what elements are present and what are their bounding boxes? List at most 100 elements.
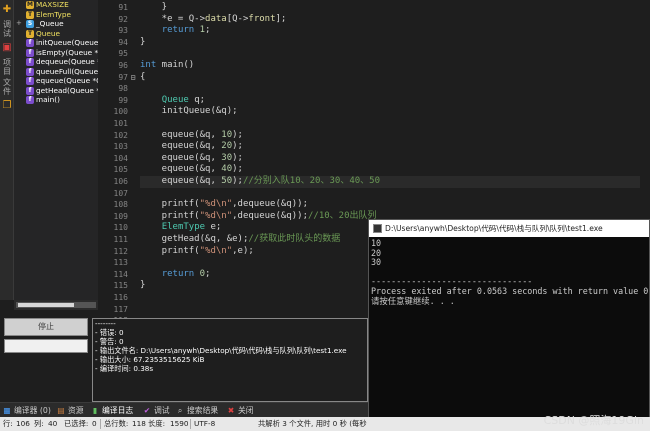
struct-icon: S [26,20,34,28]
line-number: 113 [113,258,128,268]
fold-toggle-icon[interactable]: ⊟ [128,72,138,84]
input-box[interactable] [4,339,88,353]
code-line[interactable]: equeue(&q, 30); [140,153,640,165]
bottom-tab-bar: ▦ 编译器 (0) ▤ 资源 ▮ 编译日志 ✔ 调试 ⌕ 搜索结果 ✖ 关闭 [0,402,368,417]
fold-margin[interactable]: ⊟ [128,0,138,318]
class-browser-item[interactable]: fgetHead(Queue *C [14,86,98,96]
code-token: printf( [140,245,200,256]
class-browser-scrollbar[interactable] [14,300,98,310]
stop-button[interactable]: 停止 [4,318,88,336]
class-browser-item[interactable]: f initQueue(Queue * [14,38,98,48]
code-token: //分别入队10、20、30、40、50 [242,176,380,186]
console-line: 30 [371,257,382,268]
console-title-bar[interactable]: D:\Users\anywh\Desktop\代码\代码\栈与队列\队列\tes… [369,220,649,237]
toolstrip-label-debug[interactable]: 调试 [1,20,13,38]
class-browser-item[interactable]: T Queue [14,29,98,39]
class-browser-item[interactable]: T ElemType [14,10,98,20]
code-token: ElemType [161,222,206,233]
code-token: printf( [140,210,200,221]
code-token: "%d\n" [199,245,233,256]
status-col: 40 [48,419,58,428]
plus-icon[interactable]: ✚ [1,3,13,17]
code-line[interactable]: equeue(&q, 10); [140,130,640,142]
line-number: 91 [118,3,128,12]
function-icon: f [26,86,34,95]
code-line[interactable]: } [140,37,640,49]
class-browser-item-label: MAXSIZE [36,0,69,9]
code-line[interactable]: equeue(&q, 20); [140,141,640,153]
class-browser-item[interactable]: + S _Queue [14,19,98,29]
code-line[interactable]: equeue(&q, 40); [140,164,640,176]
line-number: 107 [113,188,128,198]
bottom-tab[interactable]: ✔ 调试 [142,403,170,418]
code-token: return [161,268,195,279]
code-token: ); [232,129,243,140]
line-number: 94 [118,37,128,47]
compile-log-line: - 错误: 0 [95,328,124,337]
code-line[interactable]: Queue q; [140,95,640,107]
copy-icon[interactable]: ❐ [1,99,13,113]
line-number: 99 [118,95,128,105]
bottom-tab[interactable]: ⌕ 搜索结果 [175,403,218,418]
status-col-label: 列: [34,419,44,428]
class-browser-item[interactable]: f isEmpty(Queue *Q [14,48,98,58]
code-token: equeue(&q, [140,129,222,140]
toolstrip-label-file[interactable]: 文件 [1,78,13,96]
code-token: } [140,2,168,12]
code-token: initQueue(&q); [140,106,238,117]
scrollbar-thumb[interactable] [18,303,74,307]
line-number: 98 [118,84,128,94]
line-number: 116 [113,293,128,302]
expand-icon[interactable]: + [16,19,22,29]
code-line[interactable]: int main() [140,60,640,72]
compile-log-line: - 输出文件名: D:\Users\anywh\Desktop\代码\代码\栈与… [95,346,347,355]
line-number: 108 [113,200,128,210]
line-number-gutter: 91 92 93 94 95 96 97 98 99 100 101 102 103 104 105 106 1… [98,0,128,325]
function-icon: f [26,48,34,57]
bottom-tab[interactable]: ▮ 编译日志 [90,403,133,418]
code-token: main() [156,60,195,70]
status-length: 1590 [170,419,189,428]
line-number: 115 [113,281,128,291]
console-window[interactable]: D:\Users\anywh\Desktop\代码\代码\栈与队列\队列\tes… [368,219,650,431]
code-line[interactable] [140,118,640,130]
current-code-line[interactable]: equeue(&q, 50);//分别入队10、20、30、40、50 [140,176,640,188]
compile-log-icon: ▮ [92,406,98,415]
code-line[interactable] [140,188,640,200]
bottom-tab[interactable]: ▤ 资源 [56,403,83,418]
status-line: 106 [16,419,30,428]
line-number: 92 [118,14,128,24]
code-line[interactable] [140,83,640,95]
code-line[interactable]: printf("%d\n",dequeue(&q)); [140,199,640,211]
bottom-tab[interactable]: ✖ 关闭 [226,403,254,418]
class-browser-item[interactable]: fdequeue(Queue *C [14,57,98,67]
toolstrip-label-project[interactable]: 项目 [1,58,13,76]
class-browser-item[interactable]: M MAXSIZE [14,0,98,10]
line-number: 95 [118,49,128,59]
class-browser-item-label: equeue(Queue *Q [36,76,98,85]
code-line[interactable]: return 1; [140,25,640,37]
compile-log-line: - 警告: 0 [95,337,124,346]
status-length-label: 长度: [148,419,166,428]
console-output: 10 20 30 -------------------------------- Pr… [371,238,649,306]
debug-icon: ✔ [143,406,151,415]
project-icon[interactable]: ▣ [1,41,13,55]
code-line[interactable]: { [140,72,640,84]
console-line: 请按任意键继续. . . [371,295,455,306]
class-browser-item[interactable]: f equeue(Queue *Q [14,76,98,86]
class-browser-item[interactable]: f queueFull(Queue * [14,67,98,77]
bottom-tab[interactable]: ▦ 编译器 (0) [2,403,51,418]
code-line[interactable]: } [140,2,640,14]
code-line[interactable]: initQueue(&q); [140,106,640,118]
search-results-icon: ⌕ [177,406,183,415]
line-number: 105 [113,165,128,175]
compile-log-line: -------- [95,319,116,328]
code-line[interactable]: *e = Q->data[Q->front]; [140,14,640,26]
class-browser-item[interactable]: f main() [14,95,98,105]
class-browser-item-label: initQueue(Queue * [36,38,98,47]
bottom-tab-label: 编译器 (0) [14,406,51,415]
code-line[interactable] [140,48,640,60]
code-token: ; [205,268,211,279]
console-line: 20 [371,247,382,258]
